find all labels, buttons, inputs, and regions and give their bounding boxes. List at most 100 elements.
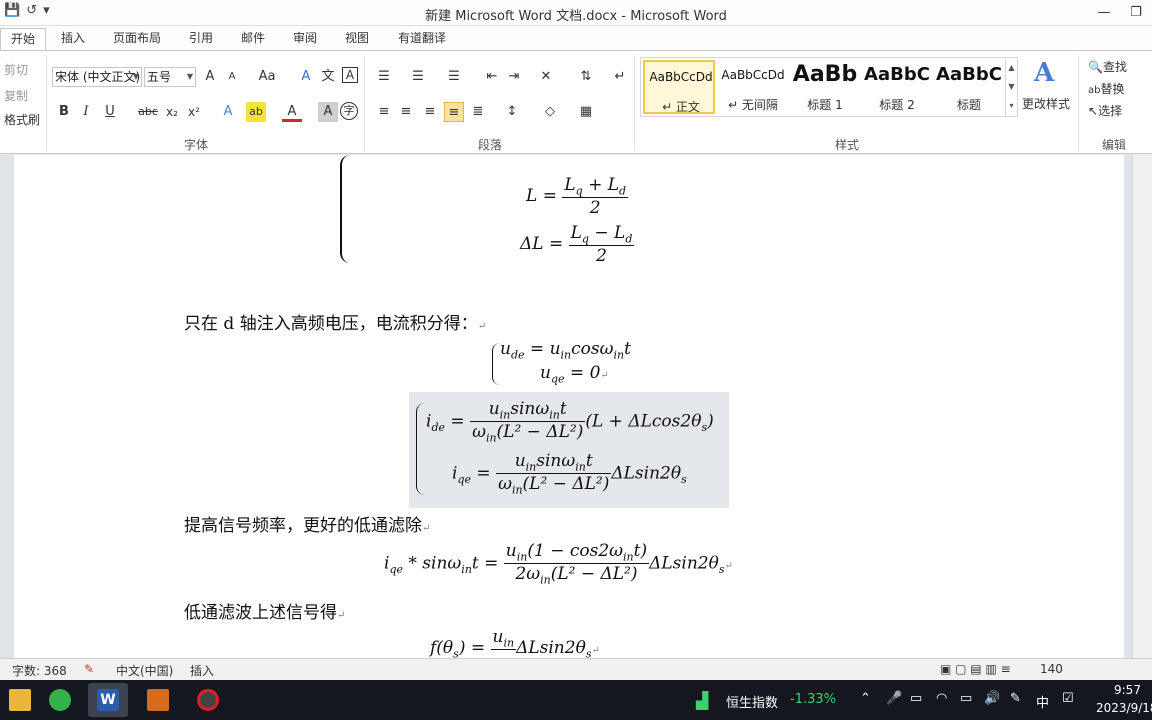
subscript-icon[interactable]: x₂ bbox=[162, 102, 182, 122]
select-button[interactable]: ↖选择 bbox=[1088, 102, 1122, 119]
vertical-scrollbar[interactable] bbox=[1132, 155, 1152, 658]
eq-text: ΔLsin2θ bbox=[649, 553, 719, 574]
style-heading-1[interactable]: AaBb 标题 1 bbox=[789, 60, 861, 114]
style-heading-2[interactable]: AaBbC 标题 2 bbox=[861, 60, 933, 114]
font-size-select[interactable]: 五号 ▼ bbox=[144, 67, 196, 87]
replace-icon: ab bbox=[1088, 85, 1101, 96]
minimize-button[interactable]: — bbox=[1088, 0, 1120, 26]
font-color-icon[interactable]: A bbox=[282, 102, 302, 122]
tab-review[interactable]: 审阅 bbox=[286, 28, 324, 50]
line-spacing-icon[interactable]: ↕ bbox=[502, 102, 522, 122]
char-shading-icon[interactable]: A bbox=[318, 102, 338, 122]
align-left-icon[interactable]: ≡ bbox=[374, 102, 394, 122]
text-effects-icon[interactable]: A bbox=[218, 102, 238, 122]
multilevel-list-icon[interactable]: ☰ bbox=[444, 67, 464, 87]
bold-icon[interactable]: B bbox=[54, 102, 74, 122]
stock-index-name[interactable]: 恒生指数 bbox=[726, 692, 778, 711]
eq-text: (1 − cos2ω bbox=[527, 541, 624, 561]
styles-gallery: AaBbCcDd ↵ 正文 AaBbCcDd ↵ 无间隔 AaBb 标题 1 A… bbox=[640, 57, 1018, 117]
show-marks-icon[interactable]: ↵ bbox=[610, 67, 630, 87]
font-family-select[interactable]: 宋体 (中文正文) ▼ bbox=[52, 67, 142, 87]
clock-time[interactable]: 9:57 bbox=[1114, 683, 1141, 697]
replace-button[interactable]: ab替换 bbox=[1088, 80, 1125, 97]
style-title[interactable]: AaBbC 标题 bbox=[933, 60, 1005, 114]
strikethrough-icon[interactable]: abc bbox=[136, 102, 160, 122]
phonetic-guide-icon[interactable]: 文 bbox=[318, 67, 338, 87]
paragraph-text: 只在 d 轴注入高频电压，电流积分得： bbox=[184, 314, 478, 334]
align-center-icon[interactable]: ≡ bbox=[396, 102, 416, 122]
superscript-icon[interactable]: x² bbox=[184, 102, 204, 122]
tab-home[interactable]: 开始 bbox=[0, 28, 46, 50]
show-hidden-icons-icon[interactable]: ⌃ bbox=[860, 691, 871, 706]
display-icon[interactable]: ▭ bbox=[960, 691, 972, 706]
ime-indicator[interactable]: 中 bbox=[1036, 692, 1049, 711]
increase-indent-icon[interactable]: ⇥ bbox=[504, 67, 524, 87]
eq-text: sinω bbox=[510, 399, 550, 419]
file-explorer-icon[interactable] bbox=[0, 683, 40, 717]
recorder-icon[interactable] bbox=[188, 683, 228, 717]
word-count[interactable]: 字数: 368 bbox=[12, 662, 67, 679]
restore-button[interactable]: ❐ bbox=[1120, 0, 1152, 26]
gallery-scroll[interactable]: ▲ ▼ ▾ bbox=[1005, 58, 1017, 116]
matlab-icon[interactable] bbox=[138, 683, 178, 717]
change-styles-icon[interactable]: A bbox=[1034, 59, 1056, 87]
underline-icon[interactable]: U bbox=[100, 102, 120, 122]
italic-icon[interactable]: I bbox=[76, 102, 96, 122]
eq-text: L bbox=[614, 223, 626, 243]
clear-format-icon[interactable]: A bbox=[296, 67, 316, 87]
shading-icon[interactable]: ◇ bbox=[540, 102, 560, 122]
eq-text: ΔLsin2θ bbox=[611, 463, 682, 484]
find-button[interactable]: 🔍查找 bbox=[1088, 58, 1127, 75]
highlight-icon[interactable]: ab bbox=[246, 102, 266, 122]
pen-icon[interactable]: ✎ bbox=[1010, 691, 1021, 706]
clock-date[interactable]: 2023/9/18 bbox=[1096, 701, 1152, 715]
search-icon: 🔍 bbox=[1088, 60, 1103, 74]
paragraph-mark-icon: ↵ bbox=[600, 370, 609, 381]
volume-icon[interactable]: 🔊 bbox=[984, 691, 1000, 706]
style-no-spacing[interactable]: AaBbCcDd ↵ 无间隔 bbox=[717, 60, 789, 114]
view-buttons[interactable]: ▣ ▢ ▤ ▥ ≡ bbox=[940, 662, 1011, 676]
eq-text: (L + ΔLcos2θ bbox=[585, 411, 702, 432]
grow-font-icon[interactable]: A bbox=[200, 67, 220, 87]
numbering-icon[interactable]: ☰ bbox=[408, 67, 428, 87]
copy-button[interactable]: 复制 bbox=[4, 87, 28, 104]
tab-view[interactable]: 视图 bbox=[338, 28, 376, 50]
word-app-icon[interactable]: W bbox=[88, 683, 128, 717]
shrink-font-icon[interactable]: A bbox=[222, 67, 242, 87]
justify-icon[interactable]: ≡ bbox=[444, 102, 464, 122]
zoom-level[interactable]: 140 bbox=[1040, 662, 1063, 676]
fraction-denominator: 2 bbox=[596, 246, 607, 267]
change-case-icon[interactable]: Aa bbox=[254, 67, 280, 87]
tab-youdao[interactable]: 有道翻译 bbox=[390, 28, 454, 50]
tab-references[interactable]: 引用 bbox=[182, 28, 220, 50]
enclose-char-icon[interactable]: 字 bbox=[340, 102, 358, 120]
font-family-value: 宋体 (中文正文) bbox=[55, 70, 141, 84]
network-icon[interactable]: ▭ bbox=[910, 691, 922, 706]
insert-mode[interactable]: 插入 bbox=[190, 662, 214, 679]
eq-text: u bbox=[514, 451, 526, 471]
distributed-icon[interactable]: ≣ bbox=[468, 102, 488, 122]
char-border-icon[interactable]: A bbox=[342, 67, 358, 83]
cut-button[interactable]: 剪切 bbox=[4, 61, 28, 78]
format-painter-button[interactable]: 格式刷 bbox=[4, 111, 40, 128]
proofing-icon[interactable]: ✎ bbox=[84, 662, 94, 676]
document-page[interactable]: L = Lq + Ld 2 ΔL = Lq − Ld 2 只在 d 轴注入高频电压，… bbox=[14, 155, 1124, 658]
sort-icon[interactable]: ⇅ bbox=[576, 67, 596, 87]
bullets-icon[interactable]: ☰ bbox=[374, 67, 394, 87]
tab-mailings[interactable]: 邮件 bbox=[234, 28, 272, 50]
title-bar: 💾 ↺ ▾ 新建 Microsoft Word 文档.docx - Micros… bbox=[0, 0, 1152, 26]
browser-icon[interactable] bbox=[40, 683, 80, 717]
borders-icon[interactable]: ▦ bbox=[576, 102, 596, 122]
change-styles-button[interactable]: 更改样式 bbox=[1022, 95, 1070, 112]
microphone-icon[interactable]: 🎤 bbox=[886, 691, 902, 706]
style-normal[interactable]: AaBbCcDd ↵ 正文 bbox=[643, 60, 715, 114]
chinese-layout-icon[interactable]: ✕ bbox=[536, 67, 556, 87]
wifi-icon[interactable]: ◠ bbox=[936, 691, 947, 706]
ribbon: 剪切 复制 格式刷 宋体 (中文正文) ▼ 五号 ▼ A A Aa A 文 A B … bbox=[0, 50, 1152, 154]
decrease-indent-icon[interactable]: ⇤ bbox=[482, 67, 502, 87]
tab-page-layout[interactable]: 页面布局 bbox=[106, 28, 168, 50]
tab-insert[interactable]: 插入 bbox=[54, 28, 92, 50]
checkbox-icon[interactable]: ☑ bbox=[1062, 691, 1074, 706]
language-indicator[interactable]: 中文(中国) bbox=[116, 662, 173, 679]
align-right-icon[interactable]: ≡ bbox=[420, 102, 440, 122]
